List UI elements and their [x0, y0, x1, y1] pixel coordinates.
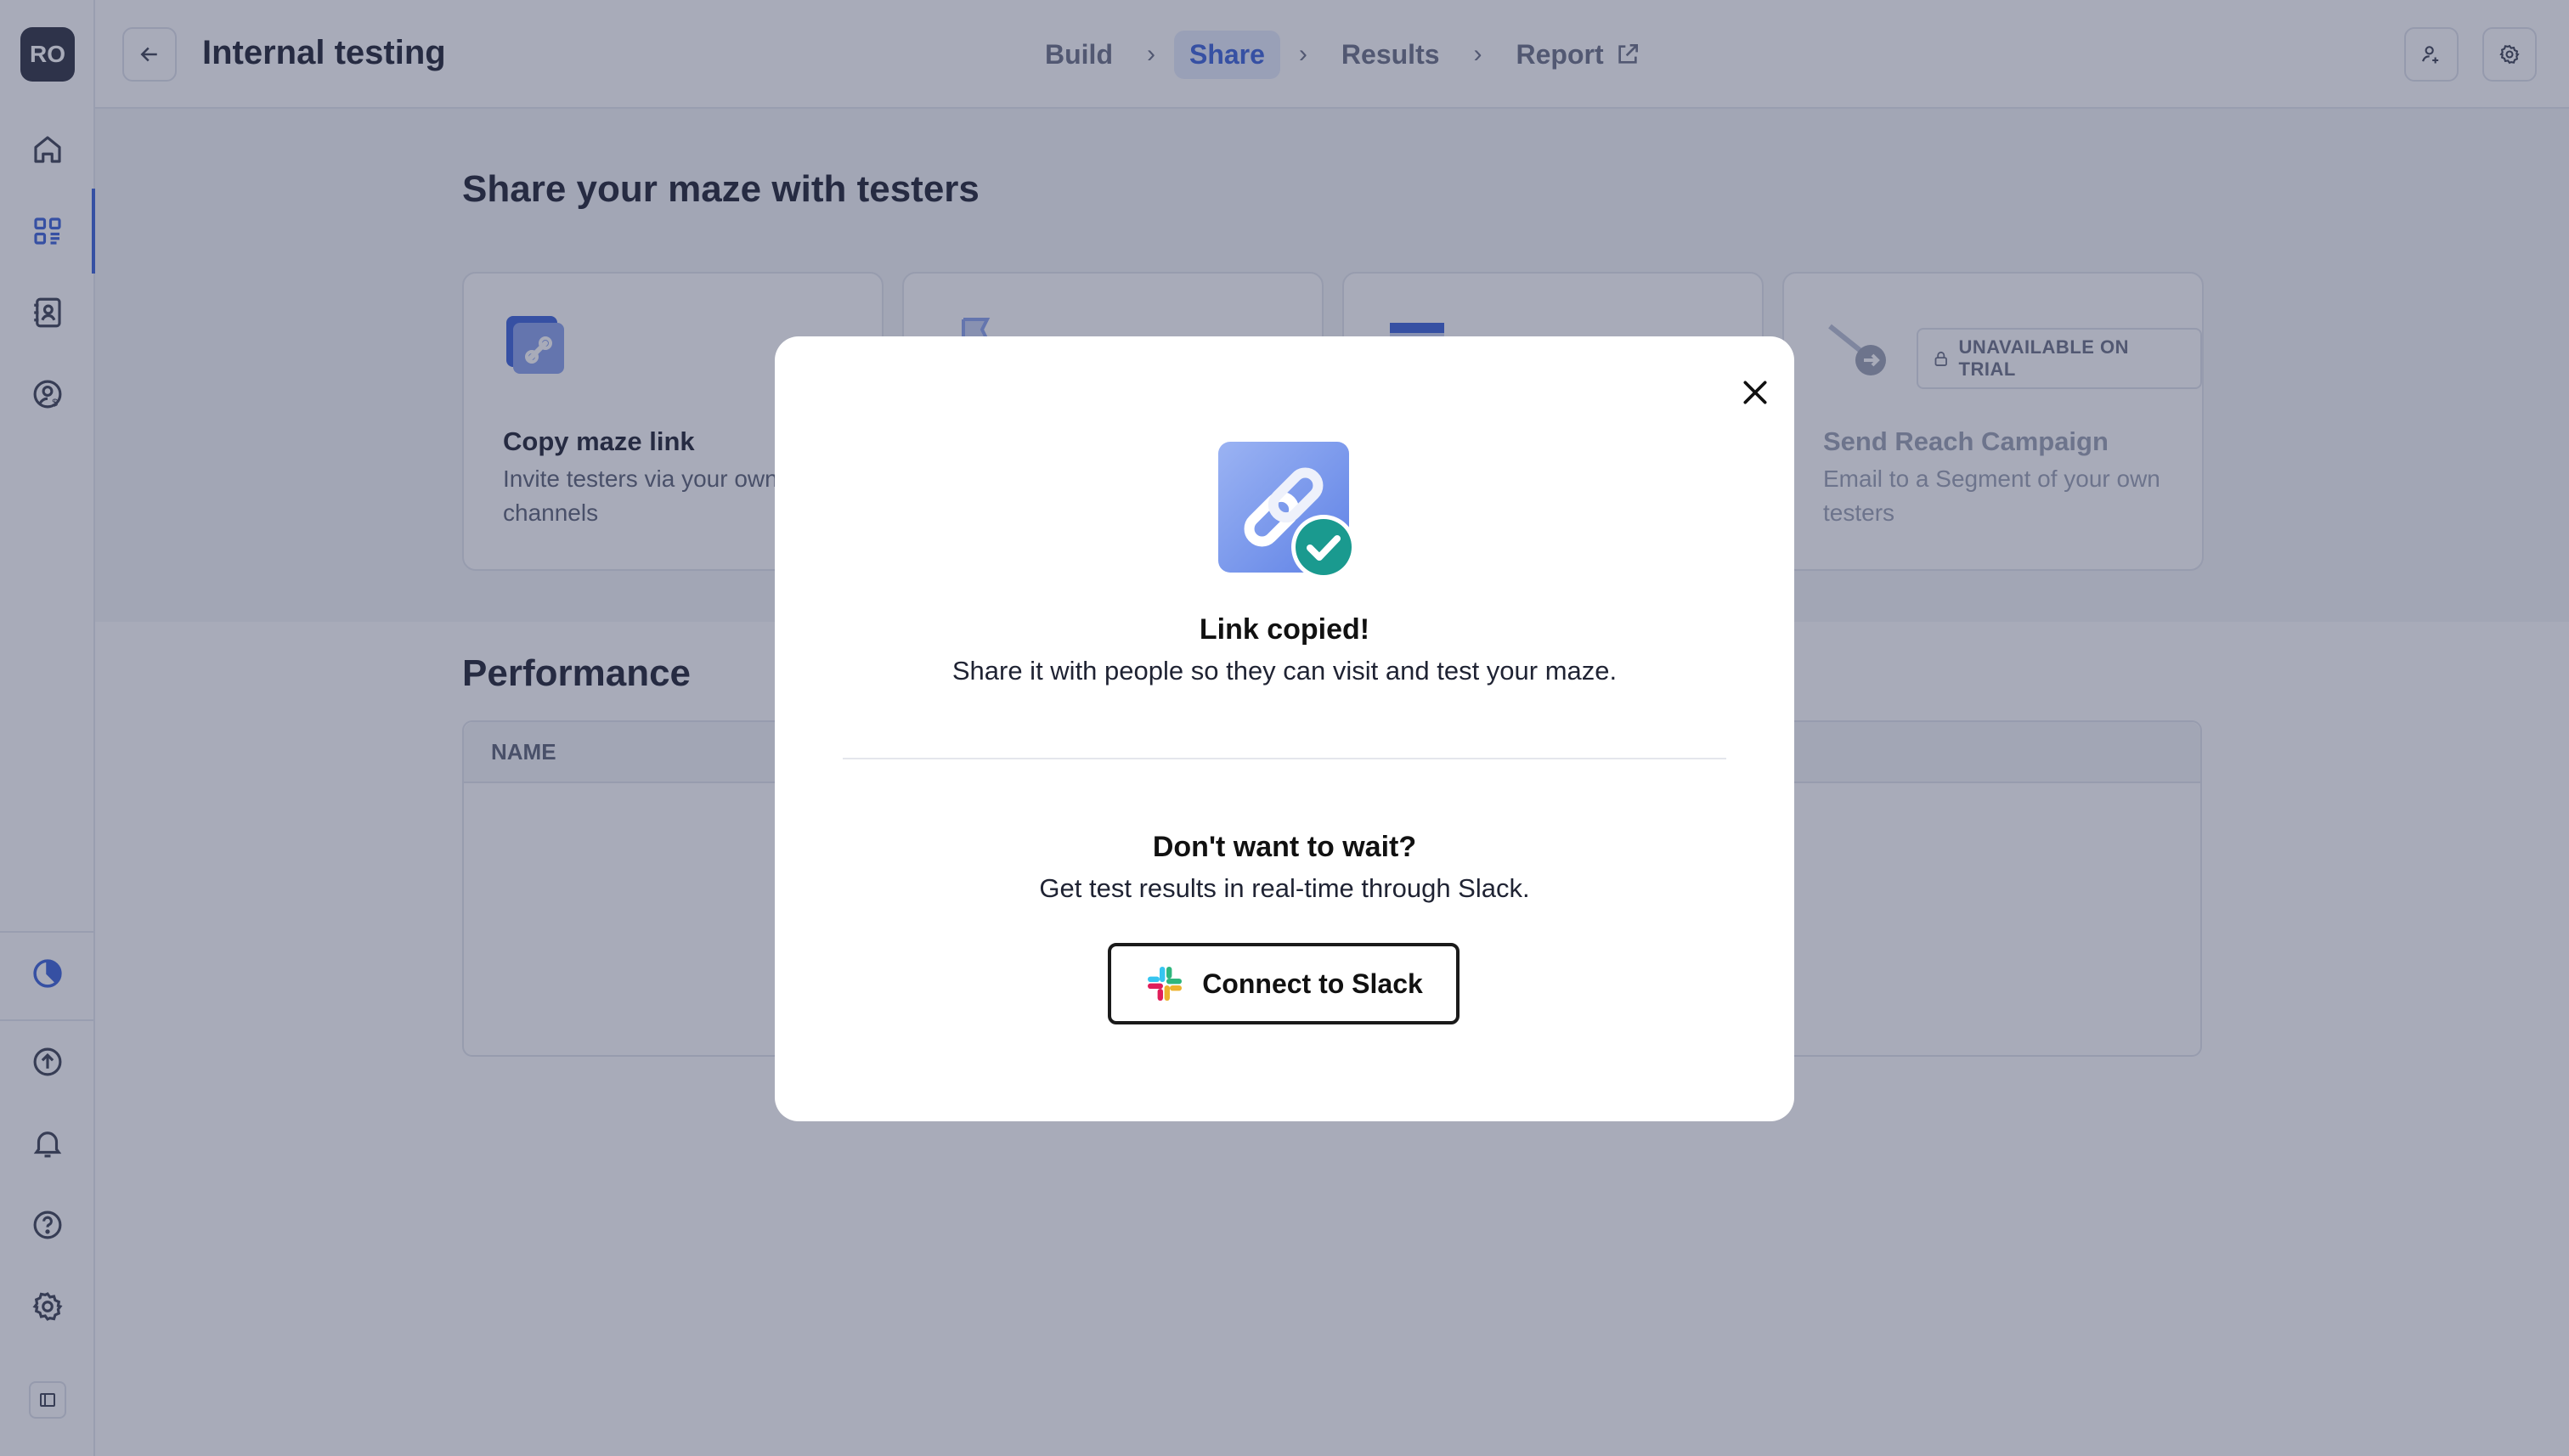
connect-slack-label: Connect to Slack — [1202, 968, 1423, 999]
close-icon — [1743, 381, 1767, 404]
slack-promo-subtitle: Get test results in real-time through Sl… — [1039, 873, 1530, 903]
slack-promo-title: Don't want to wait? — [1152, 831, 1417, 863]
slack-icon — [1148, 967, 1183, 1001]
modal-divider — [843, 758, 1726, 759]
link-copied-illustration — [1218, 442, 1356, 579]
connect-slack-button[interactable]: Connect to Slack — [1108, 943, 1460, 1024]
modal-title: Link copied! — [1199, 613, 1370, 646]
close-button[interactable] — [1731, 369, 1779, 416]
link-copied-modal: Link copied! Share it with people so the… — [775, 336, 1794, 1121]
modal-subtitle: Share it with people so they can visit a… — [951, 656, 1618, 686]
